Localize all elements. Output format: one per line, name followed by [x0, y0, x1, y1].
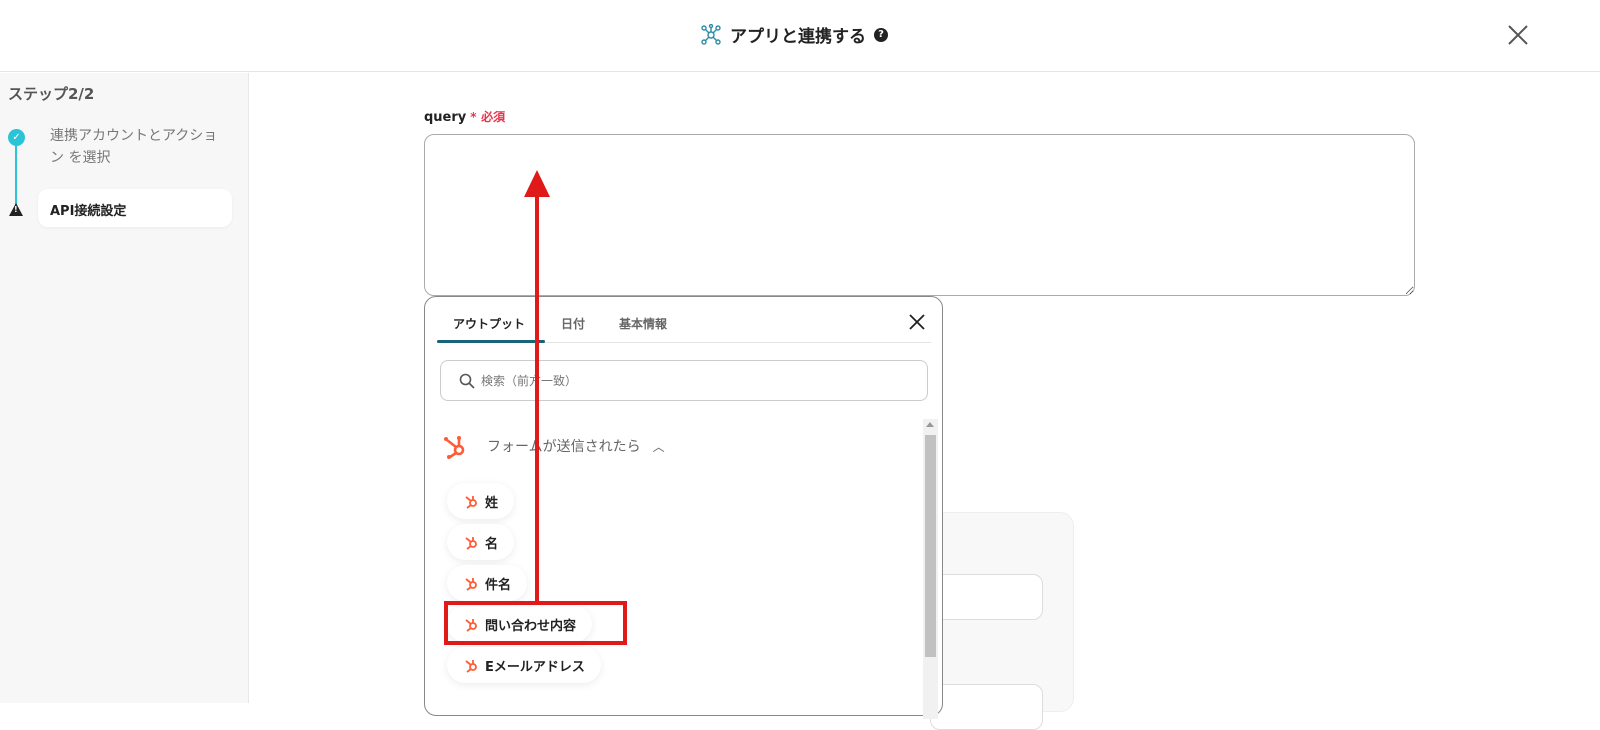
query-label: query * 必須: [424, 108, 505, 125]
scrollbar-thumb[interactable]: [925, 435, 936, 657]
highlight-box: [444, 601, 627, 645]
close-popup-icon[interactable]: [908, 313, 926, 331]
required-mark: *: [470, 110, 477, 124]
tab-output[interactable]: アウトプット: [453, 315, 525, 332]
output-item[interactable]: 名: [447, 524, 515, 560]
warning-icon: !: [9, 203, 23, 216]
output-item[interactable]: 姓: [447, 483, 515, 519]
group-label: フォームが送信されたら: [487, 439, 641, 455]
active-tab-indicator: [437, 340, 545, 343]
modal-title: アプリと連携する ?: [700, 22, 888, 47]
app-connect-icon: [701, 23, 721, 45]
step-sidebar: ステップ2/2 ✓ 連携アカウントとアクション を選択 ! API接続設定: [0, 73, 249, 703]
search-input[interactable]: 検索（前方一致）: [440, 360, 928, 401]
tab-date[interactable]: 日付: [561, 315, 585, 332]
field-label: query: [424, 110, 467, 125]
step-title: ステップ2/2: [8, 85, 95, 103]
title-text: アプリと連携する: [730, 27, 866, 47]
required-text: 必須: [481, 110, 506, 124]
background-input[interactable]: [930, 574, 1043, 620]
step-1-label[interactable]: 連携アカウントとアクション を選択: [50, 125, 230, 169]
step-connector: [15, 146, 17, 206]
search-placeholder: 検索（前方一致）: [481, 374, 578, 388]
modal-header: アプリと連携する ?: [0, 0, 1600, 72]
hubspot-icon: [465, 660, 477, 673]
close-icon[interactable]: [1505, 22, 1531, 48]
hubspot-icon: [444, 436, 465, 459]
output-item-label: 件名: [485, 577, 512, 593]
hubspot-icon: [465, 578, 477, 591]
step-2-item[interactable]: API接続設定: [38, 189, 232, 227]
scrollbar[interactable]: [923, 419, 938, 719]
annotation-arrow: [535, 195, 539, 603]
background-input[interactable]: [930, 684, 1043, 730]
hubspot-icon: [465, 496, 477, 509]
output-item[interactable]: Eメールアドレス: [447, 647, 601, 683]
scroll-up-icon[interactable]: [926, 422, 934, 427]
search-icon: [459, 373, 475, 389]
hubspot-icon: [465, 537, 477, 550]
help-icon[interactable]: ?: [874, 27, 888, 42]
query-input[interactable]: [424, 134, 1415, 296]
output-item-label: 姓: [485, 495, 499, 511]
output-item[interactable]: 件名: [447, 565, 528, 601]
tab-bar: アウトプット 日付 基本情報: [437, 297, 931, 343]
tab-basic-info[interactable]: 基本情報: [619, 315, 667, 332]
group-header[interactable]: フォームが送信されたら ︿: [443, 433, 665, 459]
chevron-up-icon[interactable]: ︿: [653, 438, 665, 455]
output-picker-popup: アウトプット 日付 基本情報 検索（前方一致） フォームが送信されたら ︿ 姓名…: [424, 296, 943, 719]
output-item-label: 名: [485, 536, 499, 552]
check-icon: ✓: [8, 129, 25, 146]
annotation-arrow-head: [524, 170, 550, 197]
output-item-label: Eメールアドレス: [485, 659, 585, 675]
